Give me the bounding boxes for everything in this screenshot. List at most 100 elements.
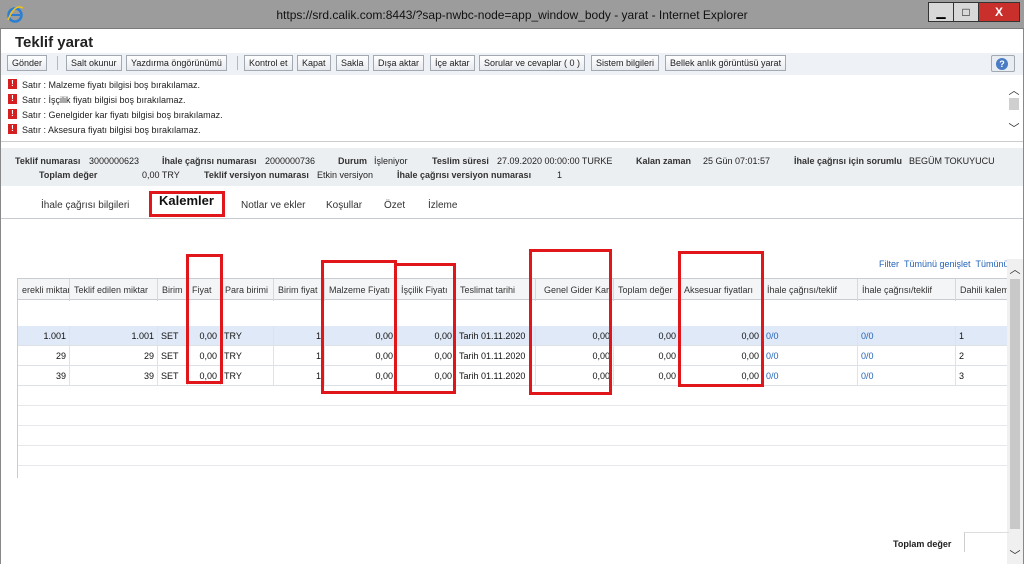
chevron-down-icon[interactable]: ﹀ bbox=[1008, 547, 1022, 563]
read-only-button[interactable]: Salt okunur bbox=[66, 55, 122, 71]
cell-price[interactable]: 0,00 bbox=[188, 366, 221, 386]
chevron-up-icon[interactable]: ︿ bbox=[1007, 82, 1021, 98]
cell-internal-item: 1 bbox=[956, 326, 1007, 346]
column-header[interactable]: erekli miktar bbox=[18, 279, 70, 301]
collapse-all-link[interactable]: Tümünü bbox=[976, 259, 1009, 269]
column-header[interactable]: Para birimi bbox=[221, 279, 274, 301]
cell-material-price[interactable]: 0,00 bbox=[325, 366, 397, 386]
quote-number: 3000000623 bbox=[89, 156, 140, 166]
system-info-button[interactable]: Sistem bilgileri bbox=[591, 55, 660, 71]
app-window-body: Teklif yarat Gönder Salt okunur Yazdırma… bbox=[0, 29, 1024, 564]
column-header[interactable]: Teklif edilen miktar bbox=[70, 279, 158, 301]
column-header[interactable]: Dahili kalem bbox=[956, 279, 1007, 301]
send-button[interactable]: Gönder bbox=[7, 55, 48, 71]
memory-snapshot-button[interactable]: Bellek anlık görüntüsü yarat bbox=[665, 55, 787, 71]
chevron-down-icon[interactable]: ﹀ bbox=[1007, 120, 1021, 136]
cell-material-price[interactable]: 0,00 bbox=[325, 346, 397, 366]
cell-offered-qty[interactable]: 39 bbox=[70, 366, 158, 386]
table-header-row: erekli miktar Teklif edilen miktar Birim… bbox=[18, 278, 1007, 301]
cell-overhead-profit[interactable]: 0,00 bbox=[536, 326, 614, 346]
column-header[interactable]: Birim bbox=[158, 279, 188, 301]
close-window-button[interactable]: X bbox=[978, 2, 1020, 22]
window-title: https://srd.calik.com:8443/?sap-nwbc-nod… bbox=[276, 8, 748, 22]
quote-header-info: Teklif numarası 3000000623 İhale çağrısı… bbox=[1, 148, 1023, 186]
column-header[interactable]: Toplam değer bbox=[614, 279, 680, 301]
column-header[interactable]: İhale çağrısı/teklif bbox=[858, 279, 956, 301]
minimize-button[interactable]: ▁ bbox=[928, 2, 954, 22]
cell-overhead-profit[interactable]: 0,00 bbox=[536, 346, 614, 366]
tab-conditions[interactable]: Koşullar bbox=[326, 200, 362, 211]
error-icon: ! bbox=[8, 124, 17, 134]
tab-summary[interactable]: Özet bbox=[384, 200, 405, 211]
cell-total-value: 0,00 bbox=[614, 346, 680, 366]
tab-notes[interactable]: Notlar ve ekler bbox=[241, 200, 305, 211]
scroll-thumb[interactable] bbox=[1009, 98, 1019, 110]
column-header[interactable]: İhale çağrısı/teklif bbox=[763, 279, 858, 301]
column-header[interactable]: Malzeme Fiyatı bbox=[325, 279, 397, 301]
questions-answers-button[interactable]: Sorular ve cevaplar ( 0 ) bbox=[479, 55, 586, 71]
cell-unit-price: 1 bbox=[274, 366, 325, 386]
tab-items[interactable]: Kalemler bbox=[159, 193, 214, 208]
cell-labor-price[interactable]: 0,00 bbox=[397, 366, 456, 386]
footer-total-label: Toplam değer bbox=[893, 539, 952, 549]
tab-tender-info[interactable]: İhale çağrısı bilgileri bbox=[41, 200, 129, 211]
total-value: 0,00 TRY bbox=[142, 170, 180, 180]
help-icon: ? bbox=[996, 58, 1008, 70]
cell-tender-quote-link[interactable]: 0/0 bbox=[858, 366, 956, 386]
column-header[interactable]: Teslimat tarihi bbox=[456, 279, 536, 301]
remaining-time-label: Kalan zaman bbox=[636, 156, 692, 166]
tender-version: 1 bbox=[557, 170, 563, 180]
check-button[interactable]: Kontrol et bbox=[244, 55, 293, 71]
filter-link[interactable]: Filter bbox=[879, 259, 899, 269]
print-preview-button[interactable]: Yazdırma öngörünümü bbox=[126, 55, 227, 71]
grid-vertical-scrollbar[interactable]: ︿ ﹀ bbox=[1007, 259, 1023, 564]
scroll-thumb[interactable] bbox=[1010, 279, 1020, 529]
cell-delivery-date: Tarih 01.11.2020 bbox=[456, 326, 536, 346]
responsible-value: BEGÜM TOKUYUCU bbox=[909, 156, 995, 166]
cell-accessory-price[interactable]: 0,00 bbox=[680, 346, 763, 366]
column-header[interactable]: Birim fiyat bbox=[274, 279, 325, 301]
cell-offered-qty[interactable]: 1.001 bbox=[70, 326, 158, 346]
help-button[interactable]: ? bbox=[991, 55, 1015, 72]
cell-labor-price[interactable]: 0,00 bbox=[397, 326, 456, 346]
column-header[interactable]: Genel Gider Kar bbox=[536, 279, 614, 301]
total-value-label: Toplam değer bbox=[39, 170, 98, 180]
quote-version-label: Teklif versiyon numarası bbox=[204, 170, 309, 180]
tender-version-label: İhale çağrısı versiyon numarası bbox=[397, 170, 532, 180]
cell-overhead-profit[interactable]: 0,00 bbox=[536, 366, 614, 386]
message-scrollbar[interactable]: ︿ ﹀ bbox=[1007, 76, 1021, 136]
cell-material-price[interactable]: 0,00 bbox=[325, 326, 397, 346]
cell-offered-qty[interactable]: 29 bbox=[70, 346, 158, 366]
export-button[interactable]: Dışa aktar bbox=[373, 55, 425, 71]
cell-unit: SET bbox=[158, 326, 188, 346]
cell-tender-quote-link[interactable]: 0/0 bbox=[763, 366, 858, 386]
column-header[interactable]: Fiyat bbox=[188, 279, 221, 301]
expand-all-link[interactable]: Tümünü genişlet bbox=[904, 259, 971, 269]
cell-tender-quote-link[interactable]: 0/0 bbox=[763, 326, 858, 346]
responsible-label: İhale çağrısı için sorumlu bbox=[794, 156, 903, 166]
cell-tender-quote-link[interactable]: 0/0 bbox=[763, 346, 858, 366]
close-button[interactable]: Kapat bbox=[297, 55, 331, 71]
cell-tender-quote-link[interactable]: 0/0 bbox=[858, 346, 956, 366]
save-button[interactable]: Sakla bbox=[336, 55, 369, 71]
import-button[interactable]: İçe aktar bbox=[430, 55, 475, 71]
cell-accessory-price[interactable]: 0,00 bbox=[680, 326, 763, 346]
table-row[interactable]: 1.001 1.001 SET 0,00 TRY 1 0,00 0,00 Tar… bbox=[18, 326, 1007, 346]
table-row[interactable]: 29 29 SET 0,00 TRY 1 0,00 0,00 Tarih 01.… bbox=[18, 346, 1007, 366]
maximize-button[interactable]: □ bbox=[953, 2, 979, 22]
cell-tender-quote-link[interactable]: 0/0 bbox=[858, 326, 956, 346]
cell-labor-price[interactable]: 0,00 bbox=[397, 346, 456, 366]
tab-tracking[interactable]: İzleme bbox=[428, 200, 457, 211]
column-header[interactable]: İşçilik Fiyatı bbox=[397, 279, 456, 301]
message-area: ! Satır : Malzeme fiyatı bilgisi boş bıra… bbox=[1, 76, 1023, 142]
cell-currency: TRY bbox=[221, 326, 274, 346]
error-message: ! Satır : İşçilik fiyatı bilgisi boş bıra… bbox=[8, 94, 186, 106]
cell-price[interactable]: 0,00 bbox=[188, 326, 221, 346]
column-header[interactable]: Aksesuar fiyatları bbox=[680, 279, 763, 301]
total-value-field bbox=[964, 532, 1009, 552]
chevron-up-icon[interactable]: ︿ bbox=[1008, 261, 1022, 277]
cell-delivery-date: Tarih 01.11.2020 bbox=[456, 366, 536, 386]
cell-price[interactable]: 0,00 bbox=[188, 346, 221, 366]
cell-accessory-price[interactable]: 0,00 bbox=[680, 366, 763, 386]
table-row[interactable]: 39 39 SET 0,00 TRY 1 0,00 0,00 Tarih 01.… bbox=[18, 366, 1007, 386]
